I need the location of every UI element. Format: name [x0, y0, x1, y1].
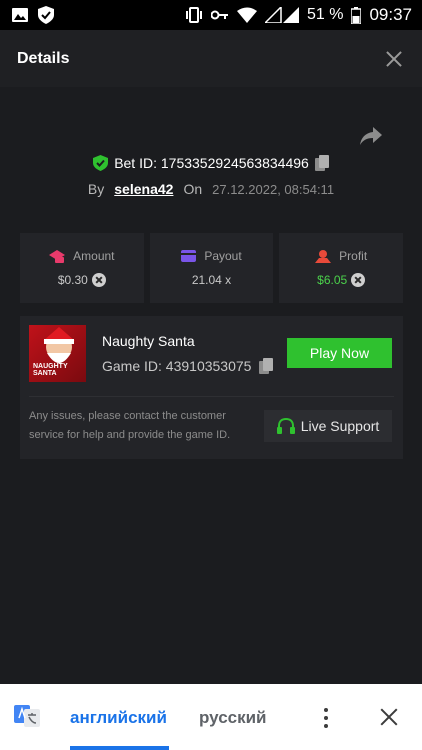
- copy-icon[interactable]: [314, 155, 329, 171]
- stat-value: $0.30: [57, 273, 88, 287]
- profit-icon: [315, 249, 332, 263]
- stat-payout: Payout 21.04 x: [149, 233, 274, 303]
- currency-icon[interactable]: [351, 273, 366, 287]
- game-name: Naughty Santa: [102, 333, 195, 349]
- lang-english-tab[interactable]: английский: [70, 708, 167, 728]
- vibrate-icon: [185, 7, 202, 23]
- battery-percent: 51 %: [306, 6, 344, 23]
- share-icon[interactable]: [360, 127, 382, 145]
- signal-icon: [264, 7, 299, 23]
- stat-amount: Amount $0.30: [20, 233, 144, 303]
- close-icon[interactable]: [386, 51, 402, 67]
- game-thumbnail[interactable]: NAUGHTY SANTA: [29, 325, 86, 382]
- image-icon: [12, 8, 28, 22]
- copy-icon[interactable]: [259, 358, 274, 374]
- bet-date: 27.12.2022, 08:54:11: [212, 181, 335, 197]
- verified-shield-icon: [93, 155, 109, 171]
- status-bar: 51 % 09:37: [0, 0, 422, 30]
- play-now-button[interactable]: Play Now: [287, 338, 392, 368]
- payout-card-icon: [181, 250, 197, 262]
- active-tab-indicator: [70, 746, 169, 750]
- bet-stats: Amount $0.30 Payout 21.04 x Profit $6.05: [20, 233, 404, 303]
- currency-icon[interactable]: [91, 273, 106, 287]
- google-translate-icon[interactable]: [14, 705, 40, 727]
- modal-header: Details: [0, 30, 422, 87]
- bet-byline: By selena42 On 27.12.2022, 08:54:11: [0, 181, 422, 197]
- on-label: On: [183, 181, 203, 197]
- game-card: NAUGHTY SANTA Naughty Santa Game ID: 439…: [20, 316, 403, 459]
- more-options-icon[interactable]: [322, 706, 330, 728]
- translate-bar: английский русский: [0, 684, 422, 750]
- lang-russian-tab[interactable]: русский: [199, 708, 267, 728]
- stat-value: $6.05: [317, 273, 348, 287]
- battery-icon: [351, 6, 362, 24]
- live-support-button[interactable]: Live Support: [264, 410, 392, 442]
- wifi-icon: [236, 7, 257, 23]
- amount-icon: [49, 249, 66, 263]
- shield-icon: [38, 6, 54, 24]
- support-message: Any issues, please contact the customer …: [29, 410, 231, 441]
- game-thumbnail-logo: NAUGHTY SANTA: [33, 363, 68, 377]
- stat-value: 21.04 x: [191, 273, 232, 287]
- stat-label: Profit: [339, 249, 368, 263]
- stat-label: Amount: [73, 249, 115, 263]
- bet-details-panel: Bet ID: 1753352924563834496 By selena42 …: [0, 87, 422, 684]
- key-icon: [210, 10, 228, 20]
- headset-icon: [276, 418, 295, 434]
- live-support-label: Live Support: [300, 418, 380, 434]
- username-link[interactable]: selena42: [114, 181, 173, 197]
- divider: [29, 396, 394, 397]
- bet-id: Bet ID: 1753352924563834496: [114, 155, 309, 171]
- page-title: Details: [17, 49, 70, 67]
- bet-id-row: Bet ID: 1753352924563834496: [0, 155, 422, 171]
- game-id: Game ID: 43910353075: [102, 358, 252, 374]
- stat-label: Payout: [204, 249, 242, 263]
- by-label: By: [87, 181, 105, 197]
- stat-profit: Profit $6.05: [279, 233, 404, 303]
- game-id-row: Game ID: 43910353075: [102, 358, 274, 374]
- clock: 09:37: [369, 5, 412, 24]
- close-translate-icon[interactable]: [380, 708, 398, 726]
